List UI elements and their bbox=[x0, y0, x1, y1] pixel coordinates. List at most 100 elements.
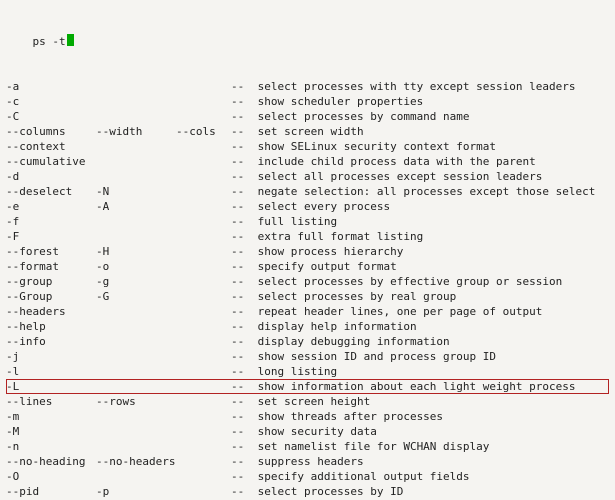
command-name: ps bbox=[33, 34, 46, 49]
completion-row[interactable]: --columns--width--cols-- set screen widt… bbox=[6, 124, 609, 139]
command-arg: -t bbox=[46, 34, 66, 49]
option-col1: -M bbox=[6, 424, 96, 439]
separator: -- bbox=[231, 289, 251, 304]
option-col2: --width bbox=[96, 124, 176, 139]
option-col1: --help bbox=[6, 319, 96, 334]
option-col1: --cumulative bbox=[6, 154, 96, 169]
completion-row[interactable]: --no-heading--no-headers -- suppress head… bbox=[6, 454, 609, 469]
option-col1: -a bbox=[6, 79, 96, 94]
option-col2 bbox=[96, 364, 176, 379]
option-col2 bbox=[96, 469, 176, 484]
option-col3 bbox=[176, 79, 231, 94]
option-col2: -G bbox=[96, 289, 176, 304]
completion-row[interactable]: -c-- show scheduler properties bbox=[6, 94, 609, 109]
completion-row[interactable]: --lines--rows-- set screen height bbox=[6, 394, 609, 409]
completion-row[interactable]: -F-- extra full format listing bbox=[6, 229, 609, 244]
option-description: extra full format listing bbox=[251, 229, 609, 244]
completion-row[interactable]: --context-- show SELinux security contex… bbox=[6, 139, 609, 154]
terminal-output: ps -t -a-- select processes with tty exc… bbox=[0, 0, 615, 500]
completion-row[interactable]: -l-- long listing bbox=[6, 364, 609, 379]
option-col1: --deselect bbox=[6, 184, 96, 199]
option-description: display debugging information bbox=[251, 334, 609, 349]
separator: -- bbox=[231, 409, 251, 424]
option-col3 bbox=[176, 169, 231, 184]
separator: -- bbox=[231, 379, 251, 394]
option-col3: --cols bbox=[176, 124, 231, 139]
option-col3 bbox=[176, 364, 231, 379]
completion-row[interactable]: --forest-H-- show process hierarchy bbox=[6, 244, 609, 259]
separator: -- bbox=[231, 139, 251, 154]
separator: -- bbox=[231, 229, 251, 244]
option-col1: --no-heading bbox=[6, 454, 96, 469]
option-description: select every process bbox=[251, 199, 609, 214]
option-col1: -l bbox=[6, 364, 96, 379]
completion-row[interactable]: -L -- show information about each light w… bbox=[6, 379, 609, 394]
command-line[interactable]: ps -t bbox=[6, 34, 609, 49]
completion-row[interactable]: --help-- display help information bbox=[6, 319, 609, 334]
option-col1: -m bbox=[6, 409, 96, 424]
option-col2: -H bbox=[96, 244, 176, 259]
option-description: select processes by effective group or s… bbox=[251, 274, 609, 289]
option-col1: -O bbox=[6, 469, 96, 484]
option-col2: -p bbox=[96, 484, 176, 499]
option-col3 bbox=[176, 349, 231, 364]
option-col3 bbox=[176, 304, 231, 319]
separator: -- bbox=[231, 349, 251, 364]
option-col1: -j bbox=[6, 349, 96, 364]
separator: -- bbox=[231, 454, 251, 469]
completion-row[interactable]: -n-- set namelist file for WCHAN display bbox=[6, 439, 609, 454]
completion-row[interactable]: -d-- select all processes except session… bbox=[6, 169, 609, 184]
separator: -- bbox=[231, 199, 251, 214]
option-description: suppress headers bbox=[251, 454, 609, 469]
option-col3 bbox=[176, 139, 231, 154]
option-col2: --no-headers bbox=[96, 454, 176, 469]
option-description: show security data bbox=[251, 424, 609, 439]
cursor-icon bbox=[67, 34, 74, 46]
option-col3 bbox=[176, 319, 231, 334]
option-col1: --format bbox=[6, 259, 96, 274]
completion-row[interactable]: --group-g-- select processes by effectiv… bbox=[6, 274, 609, 289]
option-description: show session ID and process group ID bbox=[251, 349, 609, 364]
completion-row[interactable]: -m -- show threads after processes bbox=[6, 409, 609, 424]
completion-row[interactable]: -O-- specify additional output fields bbox=[6, 469, 609, 484]
separator: -- bbox=[231, 364, 251, 379]
completion-row[interactable]: --format-o-- specify output format bbox=[6, 259, 609, 274]
separator: -- bbox=[231, 274, 251, 289]
option-col2 bbox=[96, 334, 176, 349]
option-col1: --group bbox=[6, 274, 96, 289]
option-col3 bbox=[176, 184, 231, 199]
option-col1: --pid bbox=[6, 484, 96, 499]
option-col3 bbox=[176, 199, 231, 214]
option-col2 bbox=[96, 109, 176, 124]
option-col1: -e bbox=[6, 199, 96, 214]
option-col2 bbox=[96, 214, 176, 229]
option-col1: -f bbox=[6, 214, 96, 229]
option-col2 bbox=[96, 409, 176, 424]
option-col2 bbox=[96, 424, 176, 439]
completion-row[interactable]: --cumulative-- include child process dat… bbox=[6, 154, 609, 169]
completion-row[interactable]: --deselect-N-- negate selection: all pro… bbox=[6, 184, 609, 199]
completion-row[interactable]: -M-- show security data bbox=[6, 424, 609, 439]
separator: -- bbox=[231, 334, 251, 349]
option-col1: --headers bbox=[6, 304, 96, 319]
separator: -- bbox=[231, 304, 251, 319]
completion-row[interactable]: --pid-p-- select processes by ID bbox=[6, 484, 609, 499]
completion-row[interactable]: -j -- show session ID and process group I… bbox=[6, 349, 609, 364]
option-description: show threads after processes bbox=[251, 409, 609, 424]
option-col2 bbox=[96, 79, 176, 94]
option-description: show information about each light weight… bbox=[251, 379, 609, 394]
separator: -- bbox=[231, 484, 251, 499]
completion-row[interactable]: -C-- select processes by command name bbox=[6, 109, 609, 124]
completion-row[interactable]: -a-- select processes with tty except se… bbox=[6, 79, 609, 94]
option-col1: --lines bbox=[6, 394, 96, 409]
completion-row[interactable]: -f-- full listing bbox=[6, 214, 609, 229]
option-col3 bbox=[176, 154, 231, 169]
completion-row[interactable]: --headers-- repeat header lines, one per… bbox=[6, 304, 609, 319]
completion-row[interactable]: --info-- display debugging information bbox=[6, 334, 609, 349]
option-col3 bbox=[176, 484, 231, 499]
completion-row[interactable]: -e-A-- select every process bbox=[6, 199, 609, 214]
separator: -- bbox=[231, 469, 251, 484]
completion-row[interactable]: --Group-G-- select processes by real gro… bbox=[6, 289, 609, 304]
option-col1: -L bbox=[6, 379, 96, 394]
option-col3 bbox=[176, 409, 231, 424]
